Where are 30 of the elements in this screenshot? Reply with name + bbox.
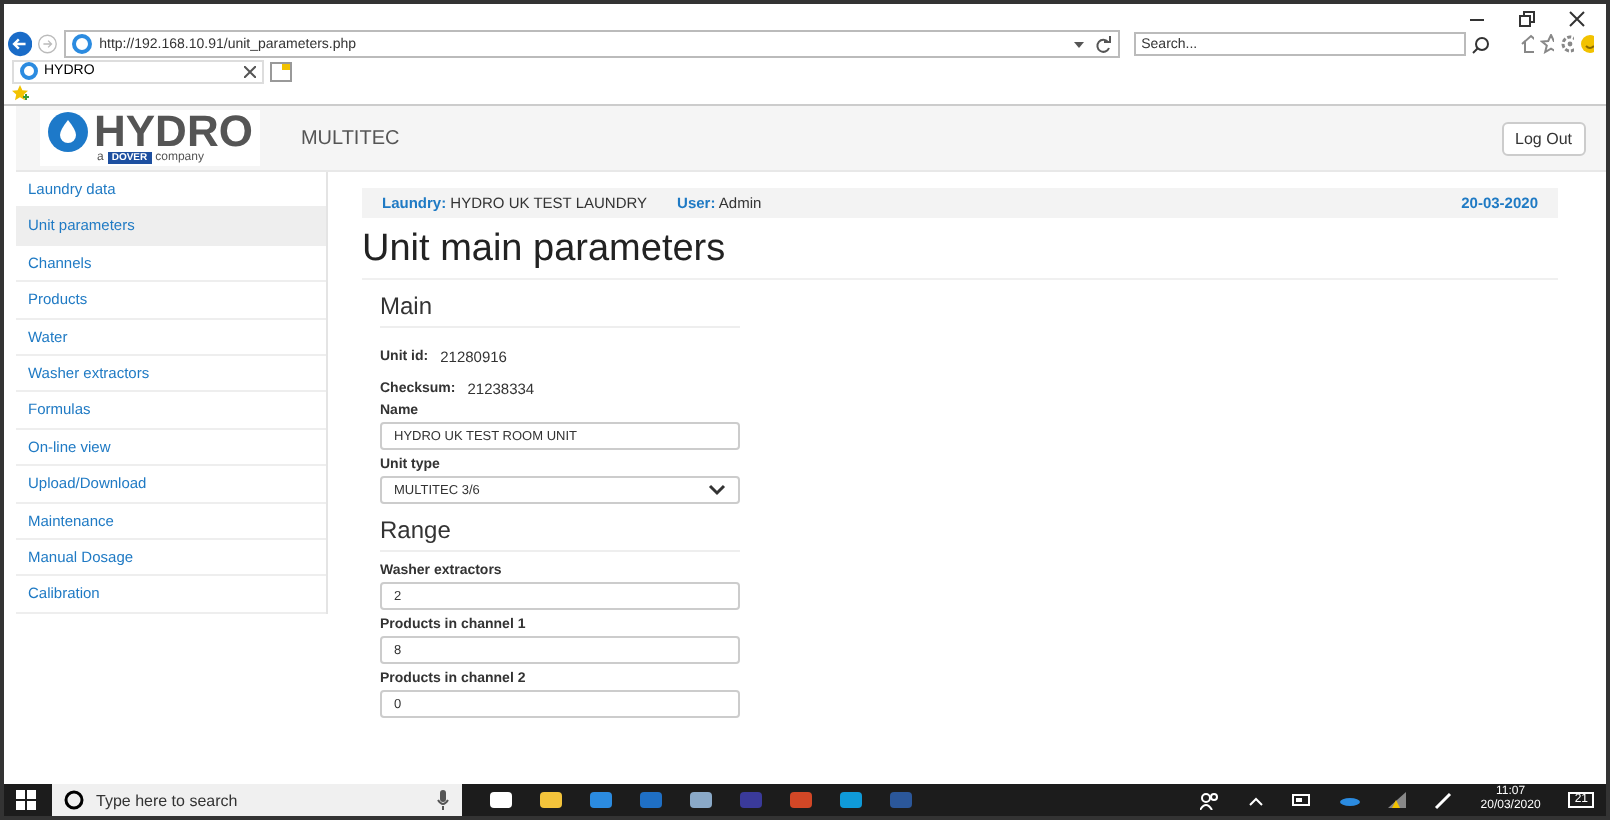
logout-button[interactable]: Log Out — [1501, 121, 1586, 155]
star-icon[interactable] — [1540, 34, 1555, 54]
chevron-icon — [708, 484, 726, 496]
cloud-icon[interactable] — [1340, 795, 1361, 805]
page-title: Unit main parameters — [362, 228, 1558, 280]
favorites-icon[interactable] — [10, 84, 32, 102]
product-name: MULTITEC — [300, 127, 400, 149]
chevron-up-icon[interactable] — [1248, 795, 1265, 805]
refresh-icon[interactable] — [1093, 35, 1112, 53]
network-warning-icon[interactable] — [1388, 792, 1407, 808]
search-icon[interactable] — [1471, 35, 1490, 53]
dropdown-icon[interactable] — [1071, 38, 1086, 50]
page-icon — [71, 34, 92, 54]
back-icon[interactable] — [8, 26, 33, 62]
smiley-icon[interactable] — [1580, 34, 1594, 54]
close-icon[interactable] — [1568, 10, 1586, 28]
taskbar-search-bar[interactable]: Type here to search — [52, 784, 462, 816]
battery-icon[interactable] — [1292, 794, 1313, 806]
new-tab-icon[interactable] — [270, 61, 292, 81]
logo-text: HYDRO — [94, 112, 253, 152]
pen-icon[interactable] — [1434, 791, 1453, 809]
restore-icon[interactable] — [1518, 10, 1536, 28]
search-icon — [64, 790, 84, 810]
page-icon — [20, 62, 38, 80]
microphone-icon[interactable] — [436, 790, 450, 810]
section-heading: Main — [380, 292, 740, 328]
people-icon[interactable] — [1200, 791, 1221, 809]
close-icon[interactable] — [244, 65, 256, 77]
windows-start-icon[interactable] — [16, 790, 36, 810]
section-heading: Range — [380, 516, 740, 552]
